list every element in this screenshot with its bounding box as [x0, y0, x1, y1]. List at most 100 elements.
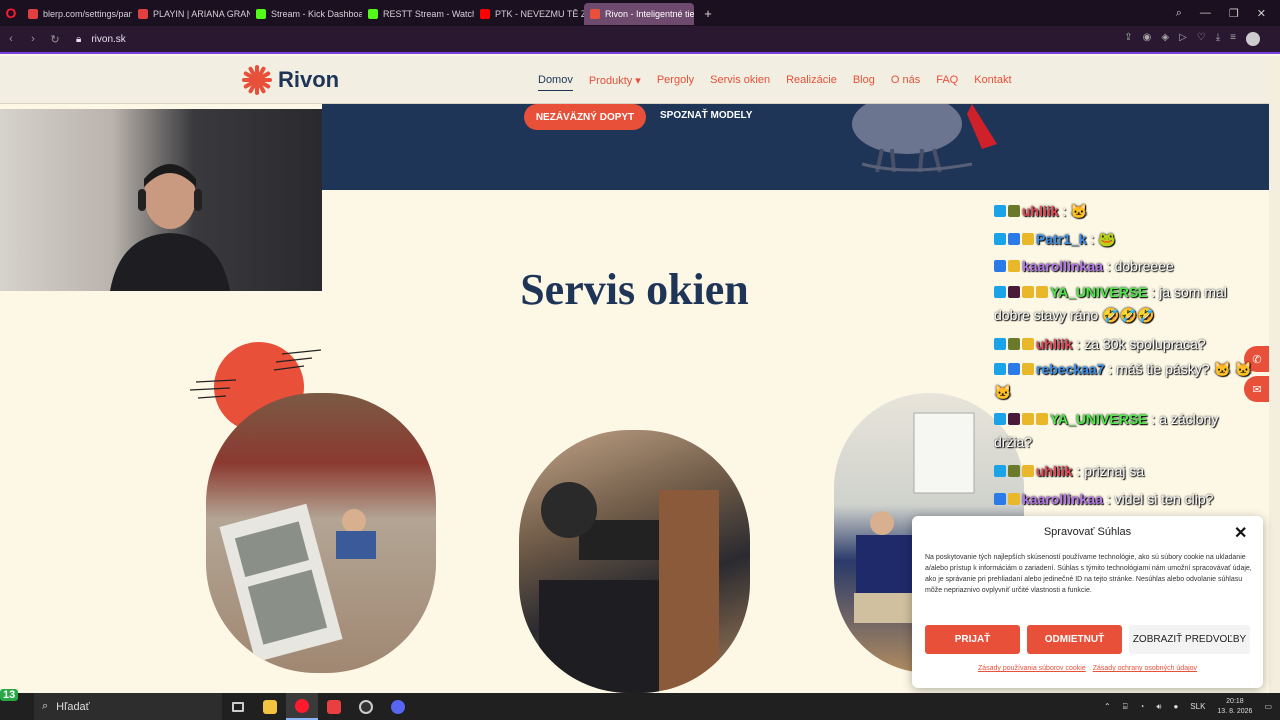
chat-badge-icon [1008, 413, 1020, 425]
nav-item[interactable]: Servis okien [710, 74, 770, 91]
reload-button[interactable]: ↻ [44, 33, 66, 46]
notifications-icon[interactable]: ▭ [1264, 702, 1272, 711]
browser-tab[interactable]: Stream - Kick Dashboard [250, 3, 362, 25]
url-field[interactable]: 🔒︎ rivon.sk [76, 34, 126, 45]
tab-favicon-icon [480, 9, 490, 19]
chat-badge-icon [994, 337, 1006, 350]
chat-badge-icon [1008, 492, 1020, 505]
menu-icon[interactable]: ≡ [1230, 32, 1236, 46]
microphone-icon[interactable]: ● [1173, 702, 1178, 711]
chat-message: uhliik : 🐱 [994, 198, 1254, 226]
opera-browser-icon[interactable] [286, 693, 318, 720]
camera-icon[interactable]: ◉ [1143, 32, 1152, 46]
browser-tab[interactable]: PTK - NEVEZMU TĚ Z KLU [474, 3, 584, 25]
chat-text: : za 30k spolupraca? [1072, 335, 1206, 352]
clock[interactable]: 20:18 13. 8. 2026 [1217, 697, 1252, 717]
window-controls: ⌕ — ❐ ✕ [1176, 0, 1280, 26]
chat-message: Patr1_k : 🐸 [994, 226, 1254, 254]
close-icon[interactable]: ✕ [1234, 523, 1247, 543]
windows-taskbar: 13 ⌕ Hľadať ⌃ ⌸ ◔ 🔊︎ ● SLK 20:18 13. 8. … [0, 689, 1280, 720]
browser-tab[interactable]: RESTT Stream - Watch [362, 3, 474, 25]
parrot-illustration [852, 104, 997, 173]
new-tab-button[interactable]: + [700, 5, 716, 21]
scrollbar[interactable] [1269, 56, 1280, 693]
search-tabs-icon[interactable]: ⌕ [1176, 7, 1182, 20]
chat-badge-icon [1008, 285, 1020, 298]
tab-favicon-icon [368, 9, 378, 19]
chat-badge-icon [1008, 205, 1020, 217]
window-repair-photo [206, 393, 436, 673]
chat-badge-icon [1008, 232, 1020, 245]
tab-label: Stream - Kick Dashboard [271, 9, 362, 19]
network-icon[interactable]: ⌸ [1123, 702, 1128, 712]
stream-chat-overlay: uhliik : 🐱 Patr1_k : 🐸 kaarollinkaa : dobr… [994, 198, 1254, 541]
site-logo[interactable]: Rivon [242, 65, 339, 95]
chat-username: rebeckaa7 [1036, 361, 1105, 377]
chat-badge-icon [1022, 337, 1034, 350]
opera-logo-icon[interactable]: O [0, 0, 22, 26]
profile-avatar[interactable] [1246, 32, 1260, 46]
close-window-button[interactable]: ✕ [1257, 7, 1266, 20]
language-indicator[interactable]: SLK [1190, 702, 1205, 711]
tab-label: Rivon - Inteligentné tiene [605, 9, 694, 19]
nav-item[interactable]: Pergoly [657, 74, 694, 91]
cookie-preferences-button[interactable]: ZOBRAZIŤ PREDVOĽBY [1129, 625, 1250, 654]
nav-item[interactable]: Produkty ▾ [589, 74, 641, 91]
chevron-up-icon[interactable]: ⌃ [1104, 702, 1111, 711]
main-navigation: Domov Produkty ▾ Pergoly Servis okien Realiz… [538, 74, 1012, 91]
address-bar: ‹ › ↻ 🔒︎ rivon.sk ⇪ ◉ ◈ ▷ ♡ ⤓ ≡ [0, 26, 1280, 54]
nav-item[interactable]: FAQ [936, 74, 958, 91]
accept-cookies-button[interactable]: PRIJAŤ [925, 625, 1020, 654]
share-icon[interactable]: ⇪ [1124, 32, 1132, 46]
privacy-policy-link[interactable]: Zásady ochrany osobných údajov [1093, 665, 1197, 672]
browser-tab[interactable]: PLAYIN | ARIANA GRANDE [132, 3, 250, 25]
file-explorer-icon[interactable] [254, 693, 286, 720]
wifi-icon[interactable]: ◔ [1140, 702, 1145, 711]
nav-item[interactable]: Blog [853, 74, 875, 91]
download-icon[interactable]: ⤓ [1216, 32, 1220, 46]
heart-icon[interactable]: ♡ [1197, 32, 1206, 46]
chat-badge-icon [1008, 363, 1020, 375]
url-text: rivon.sk [91, 33, 126, 45]
chat-badge-icon [994, 413, 1006, 425]
quote-request-button[interactable]: NEZÁVÄZNÝ DOPYT [524, 104, 646, 130]
chat-username: uhliik [1036, 335, 1073, 352]
app-icon-1[interactable] [318, 693, 350, 720]
browser-tab[interactable]: Rivon - Inteligentné tiene [584, 3, 694, 25]
back-button[interactable]: ‹ [0, 33, 22, 45]
task-view-icon[interactable] [222, 693, 254, 720]
chat-badge-icon [994, 232, 1006, 245]
streamer-video [110, 164, 230, 291]
chat-message: kaarollinkaa : dobreeee [994, 253, 1254, 281]
chat-text: : 🐱 [1058, 203, 1088, 219]
send-icon[interactable]: ▷ [1179, 32, 1187, 46]
forward-button[interactable]: › [22, 33, 44, 45]
clock-time: 20:18 [1226, 697, 1244, 705]
nav-item[interactable]: O nás [891, 74, 920, 91]
chat-badge-icon [1022, 285, 1034, 298]
explore-models-button[interactable]: SPOZNAŤ MODELY [660, 110, 752, 121]
discord-icon[interactable] [382, 693, 414, 720]
cookie-policy-link[interactable]: Zásady používania súborov cookie [978, 665, 1086, 672]
chat-badge-icon [994, 492, 1006, 505]
volume-icon[interactable]: 🔊︎ [1156, 702, 1161, 712]
logo-text: Rivon [278, 67, 340, 92]
nav-item[interactable]: Domov [538, 74, 573, 91]
maximize-button[interactable]: ❐ [1229, 7, 1239, 20]
deny-cookies-button[interactable]: ODMIETNUŤ [1027, 625, 1122, 654]
shield-icon[interactable]: ◈ [1161, 32, 1169, 46]
tab-label: RESTT Stream - Watch [383, 9, 474, 19]
chat-username: kaarollinkaa [1022, 258, 1103, 274]
chat-badge-icon [994, 363, 1006, 375]
minimize-button[interactable]: — [1200, 7, 1211, 19]
chat-text: : 🐸 [1086, 230, 1116, 247]
chat-message: YA_UNIVERSE : a záclony držia? [994, 408, 1254, 454]
taskbar-search[interactable]: ⌕ Hľadať [34, 693, 222, 720]
nav-item[interactable]: Realizácie [786, 74, 837, 91]
browser-tab[interactable]: blerp.com/settings/panjan [22, 3, 132, 25]
app-icon-2[interactable] [350, 693, 382, 720]
chat-username: uhliik [1022, 203, 1059, 219]
lock-icon: 🔒︎ [76, 33, 82, 45]
nav-item[interactable]: Kontakt [974, 74, 1011, 91]
start-button[interactable]: 13 [0, 689, 34, 720]
